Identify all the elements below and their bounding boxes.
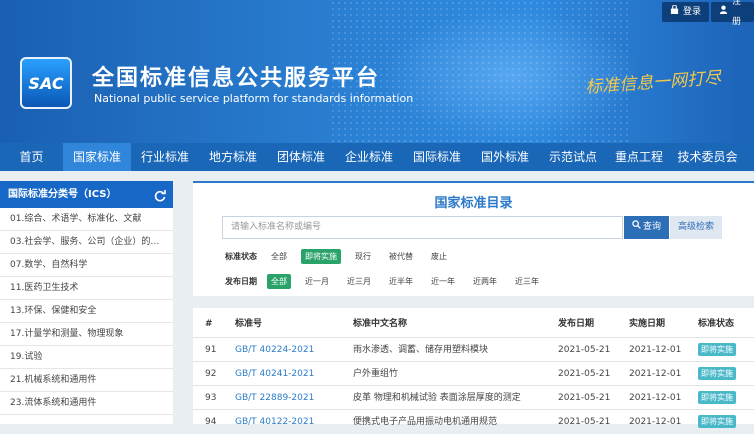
person-icon: [719, 2, 728, 22]
date-option-all[interactable]: 全部: [267, 274, 291, 289]
sidebar-header: 国际标准分类号（ICS）: [0, 181, 173, 208]
search-button[interactable]: 查询: [624, 216, 669, 239]
col-header-status: 标准状态: [698, 319, 735, 329]
nav-item-key-projects[interactable]: 重点工程: [607, 143, 671, 171]
site-subtitle: National public service platform for sta…: [94, 92, 414, 105]
row-index: 91: [205, 345, 217, 355]
status-badge: 即将实施: [698, 415, 736, 428]
sidebar-item[interactable]: 17.计量学和测量、物理现象: [0, 323, 173, 346]
row-status: 即将实施: [698, 386, 748, 410]
row-publish-date: 2021-05-21: [558, 393, 611, 403]
user-icon: [670, 2, 679, 22]
row-status: 即将实施: [698, 338, 748, 362]
nav-item-foreign[interactable]: 国外标准: [471, 143, 539, 171]
date-option-6m[interactable]: 近半年: [385, 274, 417, 289]
col-header-implement-date: 实施日期: [629, 319, 666, 329]
nav-item-committee[interactable]: 技术委员会: [671, 143, 744, 171]
main-nav: 首页 国家标准 行业标准 地方标准 团体标准 企业标准 国际标准 国外标准 示范…: [0, 143, 754, 171]
row-name: 便携式电子产品用振动电机通用规范: [353, 417, 498, 427]
sidebar-item[interactable]: 03.社会学、服务、公司（企业）的组...: [0, 231, 173, 254]
sidebar-item[interactable]: 07.数学、自然科学: [0, 254, 173, 277]
status-filter-label: 标准状态: [225, 252, 257, 261]
row-name: 雨水渗透、调蓄、储存用塑料模块: [353, 345, 489, 355]
refresh-icon[interactable]: [153, 187, 167, 202]
status-filter: 标准状态 全部 即将实施 现行 被代替 废止: [225, 249, 461, 264]
col-header-name: 标准中文名称: [353, 319, 408, 329]
row-code-link[interactable]: GB/T 40224-2021: [235, 338, 345, 362]
status-option-replaced[interactable]: 被代替: [385, 249, 417, 264]
table-row[interactable]: 94 GB/T 40122-2021 便携式电子产品用振动电机通用规范 2021…: [193, 409, 754, 433]
standards-table: # 标准号 标准中文名称 发布日期 实施日期 标准状态 91 GB/T 4022…: [193, 308, 754, 428]
row-code-link[interactable]: GB/T 40241-2021: [235, 362, 345, 386]
status-option-abolished[interactable]: 废止: [427, 249, 451, 264]
nav-item-industry[interactable]: 行业标准: [131, 143, 199, 171]
sac-logo: SAC: [20, 57, 72, 109]
table-row[interactable]: 92 GB/T 40241-2021 户外重组竹 2021-05-21 2021…: [193, 361, 754, 385]
row-status: 即将实施: [698, 362, 748, 386]
row-implement-date: 2021-12-01: [629, 369, 682, 379]
nav-item-international[interactable]: 国际标准: [403, 143, 471, 171]
row-code-link[interactable]: GB/T 22889-2021: [235, 386, 345, 410]
row-name: 皮革 物理和机械试验 表面涂层厚度的测定: [353, 393, 521, 403]
row-index: 94: [205, 417, 217, 427]
panel-title: 国家标准目录: [434, 196, 513, 211]
row-implement-date: 2021-12-01: [629, 393, 682, 403]
row-status: 即将实施: [698, 410, 748, 434]
col-header-index: #: [205, 319, 213, 329]
login-button[interactable]: 登录: [662, 2, 710, 22]
row-implement-date: 2021-12-01: [629, 417, 682, 427]
row-name: 户外重组竹: [353, 369, 399, 379]
sidebar-item[interactable]: 23.流体系统和通用件: [0, 392, 173, 415]
nav-item-home[interactable]: 首页: [0, 143, 63, 171]
sidebar-item[interactable]: 11.医药卫生技术: [0, 277, 173, 300]
search-button-label: 查询: [642, 222, 661, 232]
status-option-all[interactable]: 全部: [267, 249, 291, 264]
site-header: 登录 注册 SAC 全国标准信息公共服务平台 National public s…: [0, 0, 754, 143]
date-option-3m[interactable]: 近三月: [343, 274, 375, 289]
row-index: 92: [205, 369, 217, 379]
table-row[interactable]: 91 GB/T 40224-2021 雨水渗透、调蓄、储存用塑料模块 2021-…: [193, 337, 754, 361]
date-filter-label: 发布日期: [225, 277, 257, 286]
row-publish-date: 2021-05-21: [558, 417, 611, 427]
register-button[interactable]: 注册: [711, 0, 754, 27]
search-icon: [632, 216, 641, 239]
status-badge: 即将实施: [698, 367, 736, 380]
date-filter: 发布日期 全部 近一月 近三月 近半年 近一年 近两年 近三年: [225, 274, 553, 289]
row-publish-date: 2021-05-21: [558, 369, 611, 379]
sidebar-title: 国际标准分类号（ICS）: [8, 189, 117, 200]
nav-item-local[interactable]: 地方标准: [199, 143, 267, 171]
nav-item-pilot[interactable]: 示范试点: [539, 143, 607, 171]
nav-item-enterprise[interactable]: 企业标准: [335, 143, 403, 171]
date-option-1m[interactable]: 近一月: [301, 274, 333, 289]
table-header: # 标准号 标准中文名称 发布日期 实施日期 标准状态: [193, 312, 754, 336]
status-badge: 即将实施: [698, 343, 736, 356]
register-label: 注册: [732, 0, 742, 27]
search-panel: 国家标准目录 请输入标准名称或编号 查询 高级检索 标准状态 全部 即将实施 现…: [193, 181, 754, 296]
advanced-search-button[interactable]: 高级检索: [670, 216, 722, 239]
login-label: 登录: [683, 7, 702, 17]
status-option-upcoming[interactable]: 即将实施: [301, 249, 341, 264]
row-implement-date: 2021-12-01: [629, 345, 682, 355]
date-option-2y[interactable]: 近两年: [469, 274, 501, 289]
row-publish-date: 2021-05-21: [558, 345, 611, 355]
sidebar-item[interactable]: 01.综合、术语学、标准化、文献: [0, 208, 173, 231]
date-option-1y[interactable]: 近一年: [427, 274, 459, 289]
status-badge: 即将实施: [698, 391, 736, 404]
sidebar-item[interactable]: 19.试验: [0, 346, 173, 369]
row-index: 93: [205, 393, 217, 403]
ics-sidebar: 国际标准分类号（ICS） 01.综合、术语学、标准化、文献 03.社会学、服务、…: [0, 181, 173, 424]
search-input[interactable]: 请输入标准名称或编号: [222, 216, 623, 239]
col-header-code: 标准号: [235, 319, 263, 329]
sidebar-item[interactable]: 13.环保、保健和安全: [0, 300, 173, 323]
nav-item-group[interactable]: 团体标准: [267, 143, 335, 171]
sidebar-item[interactable]: 21.机械系统和通用件: [0, 369, 173, 392]
col-header-publish-date: 发布日期: [558, 319, 595, 329]
row-code-link[interactable]: GB/T 40122-2021: [235, 410, 345, 434]
table-row[interactable]: 93 GB/T 22889-2021 皮革 物理和机械试验 表面涂层厚度的测定 …: [193, 385, 754, 409]
site-title: 全国标准信息公共服务平台: [92, 66, 381, 91]
nav-item-national[interactable]: 国家标准: [63, 143, 131, 171]
date-option-3y[interactable]: 近三年: [511, 274, 543, 289]
status-option-current[interactable]: 现行: [351, 249, 375, 264]
